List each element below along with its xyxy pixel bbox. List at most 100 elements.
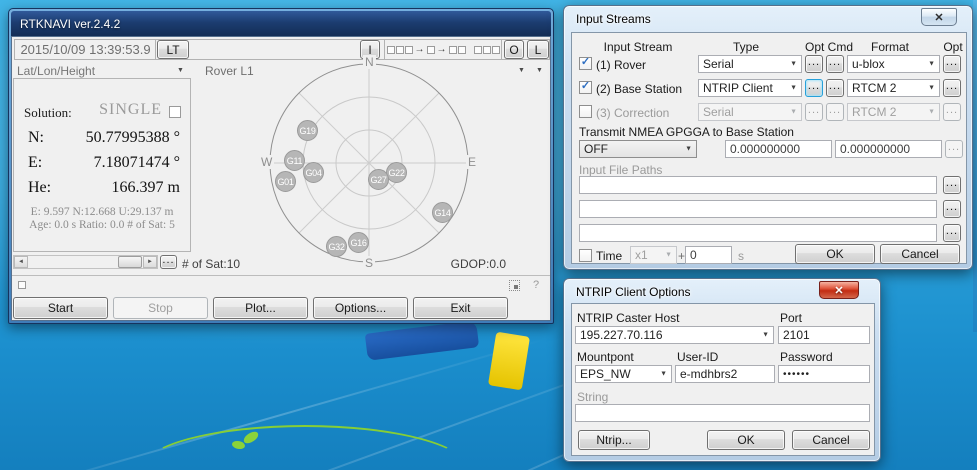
- display-mode-dropdown-icon[interactable]: ▼: [177, 67, 184, 74]
- help-icon[interactable]: ?: [533, 279, 539, 291]
- input-streams-cancel-button[interactable]: Cancel: [880, 244, 960, 264]
- solution-status: SINGLE: [99, 101, 162, 119]
- file-path-field-2[interactable]: [579, 200, 937, 218]
- solution-options-button[interactable]: ...: [160, 255, 177, 269]
- correction-label: (3) Correction: [596, 106, 669, 120]
- solution-stats: Age: 0.0 s Ratio: 0.0 # of Sat: 5: [14, 219, 190, 231]
- header-type: Type: [733, 40, 759, 54]
- rover-format-opt-button[interactable]: ...: [943, 55, 961, 73]
- caster-host-value: 195.227.70.116: [580, 328, 663, 342]
- ntrip-ok-button[interactable]: OK: [707, 430, 785, 450]
- satellite-G04: G04: [303, 162, 324, 183]
- rover-format-select[interactable]: u-blox▼: [847, 55, 940, 73]
- rover-cmd-button[interactable]: ...: [826, 55, 844, 73]
- stop-button[interactable]: Stop: [113, 297, 208, 319]
- transmit-nmea-label: Transmit NMEA GPGGA to Base Station: [579, 125, 794, 139]
- time-checkbox-label: Time: [596, 249, 622, 263]
- status-square-icon: [18, 281, 26, 289]
- options-button[interactable]: Options...: [313, 297, 408, 319]
- skyplot-dropdown-icon[interactable]: ▼: [518, 67, 525, 74]
- scroll-right-icon[interactable]: ►: [143, 256, 157, 268]
- display-mode-selector[interactable]: Lat/Lon/Height: [17, 64, 95, 78]
- transmit-mode-value: OFF: [584, 142, 608, 156]
- caster-host-select[interactable]: 195.227.70.116 ▼: [575, 326, 774, 344]
- solution-scrollbar[interactable]: ◄ ►: [13, 255, 158, 269]
- transmit-lat-field[interactable]: 0.000000000: [725, 140, 832, 158]
- scroll-left-icon[interactable]: ◄: [14, 256, 28, 268]
- correction-checkbox[interactable]: [579, 105, 592, 118]
- exit-button[interactable]: Exit: [413, 297, 508, 319]
- check-icon: ✓: [581, 81, 590, 92]
- base-format-value: RTCM 2: [852, 81, 896, 95]
- base-opt-button[interactable]: ...: [805, 79, 823, 97]
- ntrip-close-icon[interactable]: ✕: [819, 281, 859, 299]
- base-checkbox[interactable]: ✓: [579, 81, 592, 94]
- file-path-browse-1[interactable]: ...: [943, 176, 961, 194]
- header-input-stream: Input Stream: [604, 40, 673, 54]
- solution-panel: Solution: SINGLE N: 50.77995388 ° E: 7.1…: [13, 78, 191, 252]
- time-system-button[interactable]: LT: [157, 40, 189, 59]
- base-label: (2) Base Station: [596, 82, 682, 96]
- mountpoint-value: EPS_NW: [580, 367, 631, 381]
- file-path-browse-3[interactable]: ...: [943, 224, 961, 242]
- transmit-mode-select[interactable]: OFF▼: [579, 140, 697, 158]
- log-stream-button[interactable]: L: [527, 40, 549, 59]
- correction-format-opt-button: ...: [943, 103, 961, 121]
- satellite-G27: G27: [368, 169, 389, 190]
- time-offset-field[interactable]: 0: [685, 246, 732, 264]
- ntrip-browse-button[interactable]: Ntrip...: [578, 430, 650, 450]
- password-field[interactable]: ••••••: [778, 365, 870, 383]
- satellite-G16: G16: [348, 232, 369, 253]
- start-button[interactable]: Start: [13, 297, 108, 319]
- coord-label-e: E:: [28, 154, 42, 172]
- base-type-select[interactable]: NTRIP Client▼: [698, 79, 802, 97]
- dropdown-icon: ▼: [928, 85, 935, 92]
- skyplot-dropdown2-icon[interactable]: ▼: [536, 67, 543, 74]
- coord-label-n: N:: [28, 129, 44, 147]
- time-checkbox[interactable]: [579, 249, 592, 262]
- base-format-select[interactable]: RTCM 2 ▼: [847, 79, 940, 97]
- file-path-field-1[interactable]: [579, 176, 937, 194]
- satellite-G19: G19: [297, 120, 318, 141]
- transmit-opt-button: ...: [945, 140, 963, 158]
- input-streams-ok-button[interactable]: OK: [795, 244, 875, 264]
- rover-opt-button[interactable]: ...: [805, 55, 823, 73]
- output-stream-button[interactable]: O: [504, 40, 524, 59]
- dropdown-icon: ▼: [790, 109, 797, 116]
- skyplot: N E S W G19G11G04G01G22G27G14G32G16: [257, 51, 481, 275]
- rover-type-value: Serial: [703, 57, 734, 71]
- base-format-opt-button[interactable]: ...: [943, 79, 961, 97]
- rtknavi-client-area: 2015/10/09 13:39:53.9 LT I → → O L Lat/L…: [11, 36, 551, 321]
- mountpoint-select[interactable]: EPS_NW▼: [575, 365, 672, 383]
- file-path-browse-2[interactable]: ...: [943, 200, 961, 218]
- transmit-lon-field[interactable]: 0.000000000: [835, 140, 942, 158]
- satellite-G32: G32: [326, 236, 347, 257]
- dropdown-icon: ▼: [762, 332, 769, 339]
- user-id-label: User-ID: [677, 350, 718, 364]
- base-cmd-button[interactable]: ...: [826, 79, 844, 97]
- header-format: Format: [871, 40, 909, 54]
- rover-format-value: u-blox: [852, 57, 885, 71]
- scrollbar-thumb[interactable]: [118, 256, 142, 268]
- input-streams-close-icon[interactable]: ✕: [921, 8, 957, 26]
- caster-host-label: NTRIP Caster Host: [577, 311, 679, 325]
- satellite-G01: G01: [275, 171, 296, 192]
- ntrip-cancel-button[interactable]: Cancel: [792, 430, 870, 450]
- port-label: Port: [780, 311, 802, 325]
- satellite-G14: G14: [432, 202, 453, 223]
- plot-button[interactable]: Plot...: [213, 297, 308, 319]
- input-streams-content: Input Stream Type Opt Cmd Format Opt ✓ (…: [571, 32, 967, 264]
- file-path-field-3[interactable]: [579, 224, 937, 242]
- mountpoint-label: Mountpont: [577, 350, 634, 364]
- ntrip-content: NTRIP Caster Host Port 195.227.70.116 ▼ 2…: [571, 303, 875, 456]
- base-type-value: NTRIP Client: [703, 81, 773, 95]
- skyplot-label[interactable]: Rover L1: [205, 64, 254, 78]
- rover-checkbox[interactable]: ✓: [579, 57, 592, 70]
- windows-logo-fragment-blue: [365, 320, 479, 360]
- port-field[interactable]: 2101: [778, 326, 870, 344]
- rover-type-select[interactable]: Serial▼: [698, 55, 802, 73]
- string-field[interactable]: [575, 404, 870, 422]
- satellite-layer: G19G11G04G01G22G27G14G32G16: [257, 51, 481, 275]
- user-id-field[interactable]: e-mdhbrs2: [675, 365, 775, 383]
- rtknavi-titlebar[interactable]: RTKNAVI ver.2.4.2: [11, 11, 551, 36]
